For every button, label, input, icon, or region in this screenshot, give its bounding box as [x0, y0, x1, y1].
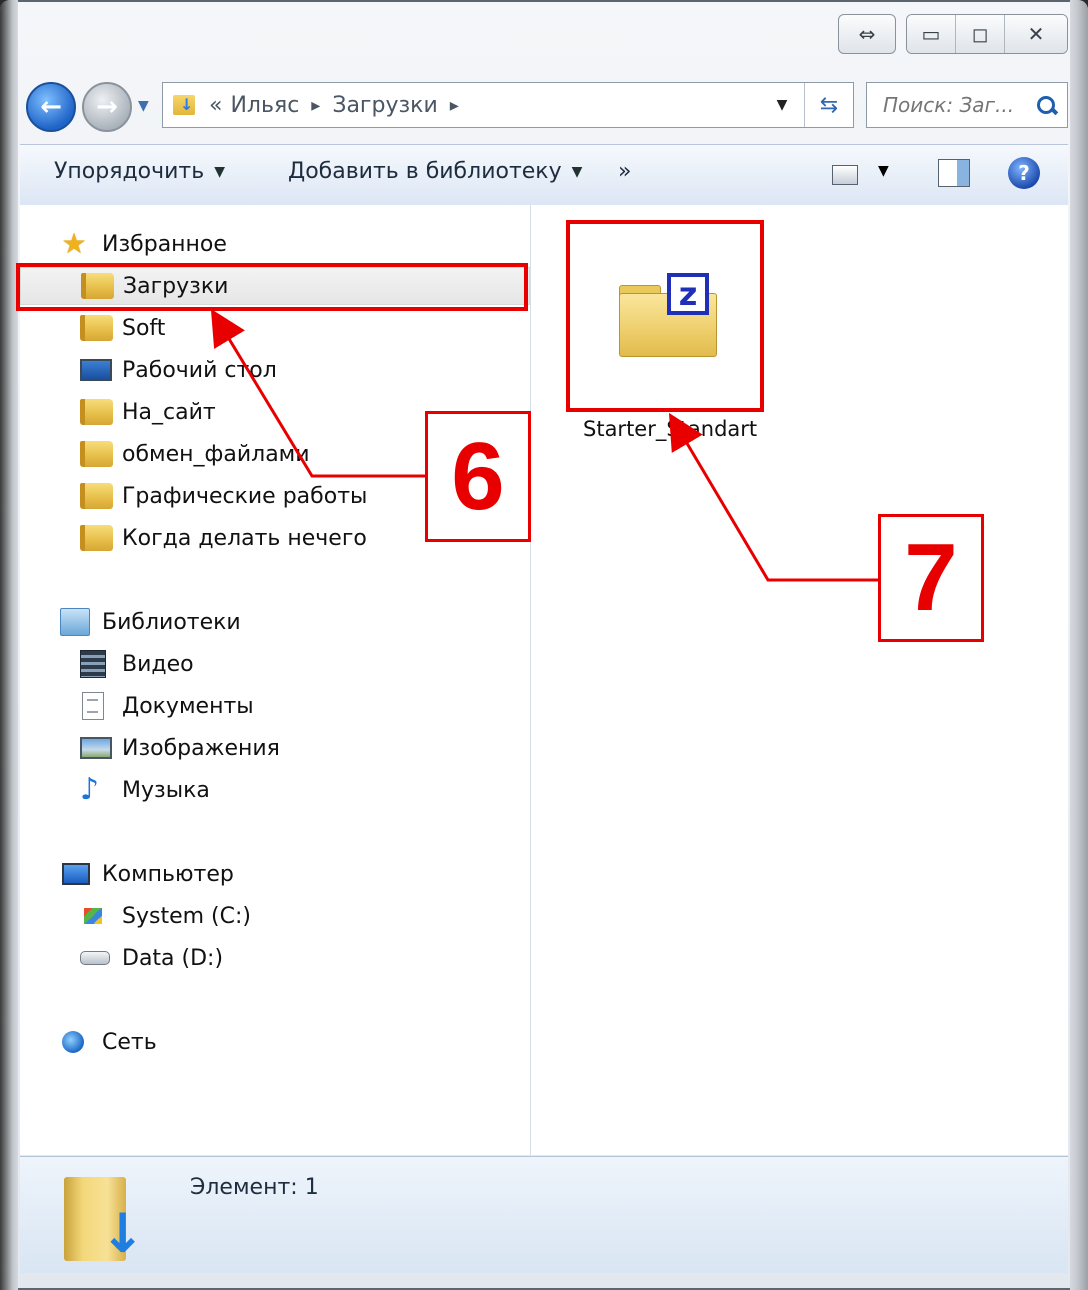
add-to-library-label: Добавить в библиотеку [288, 159, 562, 184]
chevron-right-icon[interactable]: ▸ [450, 95, 459, 116]
navigation-pane: ★ Избранное Загрузки Soft Рабочий стол Н… [20, 205, 530, 1155]
nav-item-music[interactable]: ♪ Музыка [20, 771, 530, 809]
window-frame-left [0, 0, 18, 1290]
snap-button[interactable]: ⇔ [838, 14, 896, 54]
back-button[interactable]: ← [26, 82, 76, 132]
view-options-icon[interactable] [832, 165, 858, 185]
computer-icon [62, 863, 90, 885]
system-drive-icon [84, 908, 102, 924]
nav-item-label: Видео [122, 651, 194, 677]
address-overflow[interactable]: « [209, 93, 222, 118]
add-to-library-button[interactable]: Добавить в библиотеку ▼ [288, 159, 582, 184]
video-icon [80, 650, 106, 678]
window-frame-right [1070, 0, 1088, 1290]
nav-computer[interactable]: Компьютер [20, 855, 530, 893]
nav-item-label: Графические работы [122, 483, 368, 509]
libraries-icon [60, 608, 90, 636]
nav-item-label: Музыка [122, 777, 210, 803]
download-arrow-icon: ↓ [100, 1202, 146, 1265]
more-commands-label: » [618, 159, 632, 184]
document-icon [82, 692, 104, 720]
forward-button[interactable]: → [82, 82, 132, 132]
nav-item-label: обмен_файлами [122, 441, 310, 467]
nav-favorites[interactable]: ★ Избранное [20, 225, 530, 263]
nav-item-label: Изображения [122, 735, 280, 761]
desktop-icon [80, 359, 112, 381]
refresh-icon: ⇆ [819, 92, 839, 118]
nav-favorites-label: Избранное [102, 231, 227, 257]
chevron-right-icon[interactable]: ▸ [311, 95, 320, 116]
nav-item-label: На_сайт [122, 399, 216, 425]
downloads-folder-icon [173, 95, 195, 115]
nav-item-label: Data (D:) [122, 945, 224, 971]
nav-item-images[interactable]: Изображения [20, 729, 530, 767]
close-button[interactable]: ✕ [1005, 15, 1067, 53]
item-count: Элемент: 1 [190, 1175, 319, 1200]
folder-icon [80, 399, 113, 425]
nav-network[interactable]: Сеть [20, 1023, 530, 1061]
image-icon [80, 737, 112, 759]
details-pane: ↓ Элемент: 1 [20, 1156, 1068, 1273]
search-box[interactable] [866, 82, 1068, 128]
folder-icon [80, 315, 113, 341]
hard-drive-icon [80, 951, 110, 965]
step-7-label: 7 [878, 514, 984, 642]
folder-icon [80, 441, 113, 467]
nav-item-desktop[interactable]: Рабочий стол [20, 351, 530, 389]
nav-item-soft[interactable]: Soft [20, 309, 530, 347]
address-history-dropdown[interactable]: ▼ [759, 97, 804, 113]
command-bar: Упорядочить ▼ Добавить в библиотеку ▼ » … [20, 144, 1068, 206]
nav-item-label: System (C:) [122, 903, 251, 929]
chevron-down-icon: ▼ [214, 163, 225, 180]
organize-label: Упорядочить [54, 159, 205, 184]
nav-libraries-label: Библиотеки [102, 609, 241, 635]
organize-button[interactable]: Упорядочить ▼ [54, 159, 225, 184]
view-dropdown-chevron-down-icon[interactable]: ▼ [878, 163, 889, 179]
step-6-label: 6 [425, 411, 531, 542]
minimize-button[interactable]: ▭ [907, 15, 956, 53]
nav-item-documents[interactable]: Документы [20, 687, 530, 725]
forward-arrow-icon: → [96, 92, 118, 122]
search-icon[interactable] [1037, 96, 1055, 114]
address-segment-downloads[interactable]: Загрузки [332, 93, 437, 118]
maximize-icon: ◻ [971, 22, 989, 46]
chevron-down-icon: ▼ [571, 163, 583, 180]
more-commands-button[interactable]: » [618, 159, 631, 184]
nav-item-drive-c[interactable]: System (C:) [20, 897, 530, 935]
address-segment-user[interactable]: Ильяс [230, 93, 299, 118]
preview-pane-icon[interactable] [938, 159, 970, 187]
nav-network-label: Сеть [102, 1029, 157, 1055]
nav-item-label: Документы [122, 693, 254, 719]
address-controls: ▼ ⇆ [759, 83, 853, 127]
window-controls: ▭ ◻ ✕ [906, 14, 1068, 54]
highlight-file [566, 220, 764, 412]
nav-item-label: Рабочий стол [122, 357, 277, 383]
help-icon[interactable]: ? [1008, 157, 1040, 189]
explorer-window: ⇔ ▭ ◻ ✕ ← → ▼ « Ильяс ▸ Загрузки ▸ ▼ ⇆ У… [0, 0, 1088, 1290]
minimize-icon: ▭ [921, 22, 941, 46]
folder-icon [80, 483, 113, 509]
refresh-button[interactable]: ⇆ [804, 83, 853, 127]
music-note-icon: ♪ [80, 772, 100, 807]
close-icon: ✕ [1027, 22, 1045, 46]
back-arrow-icon: ← [40, 92, 62, 122]
caption-buttons: ⇔ ▭ ◻ ✕ [838, 14, 1068, 54]
nav-item-label: Soft [122, 315, 166, 341]
nav-item-label: Когда делать нечего [122, 525, 367, 551]
nav-computer-label: Компьютер [102, 861, 234, 887]
nav-item-drive-d[interactable]: Data (D:) [20, 939, 530, 977]
address-bar[interactable]: « Ильяс ▸ Загрузки ▸ ▼ ⇆ [162, 82, 854, 128]
folder-icon [80, 525, 113, 551]
highlight-downloads [16, 263, 528, 311]
resize-arrows-icon: ⇔ [858, 22, 876, 46]
downloads-folder-icon: ↓ [64, 1169, 145, 1261]
maximize-button[interactable]: ◻ [956, 15, 1005, 53]
nav-libraries[interactable]: Библиотеки [20, 603, 530, 641]
search-input[interactable] [881, 92, 1035, 118]
recent-pages-dropdown[interactable]: ▼ [138, 98, 149, 114]
file-name: Starter_Standart [583, 417, 758, 441]
network-icon [62, 1031, 84, 1053]
star-icon: ★ [61, 227, 87, 260]
nav-item-video[interactable]: Видео [20, 645, 530, 683]
